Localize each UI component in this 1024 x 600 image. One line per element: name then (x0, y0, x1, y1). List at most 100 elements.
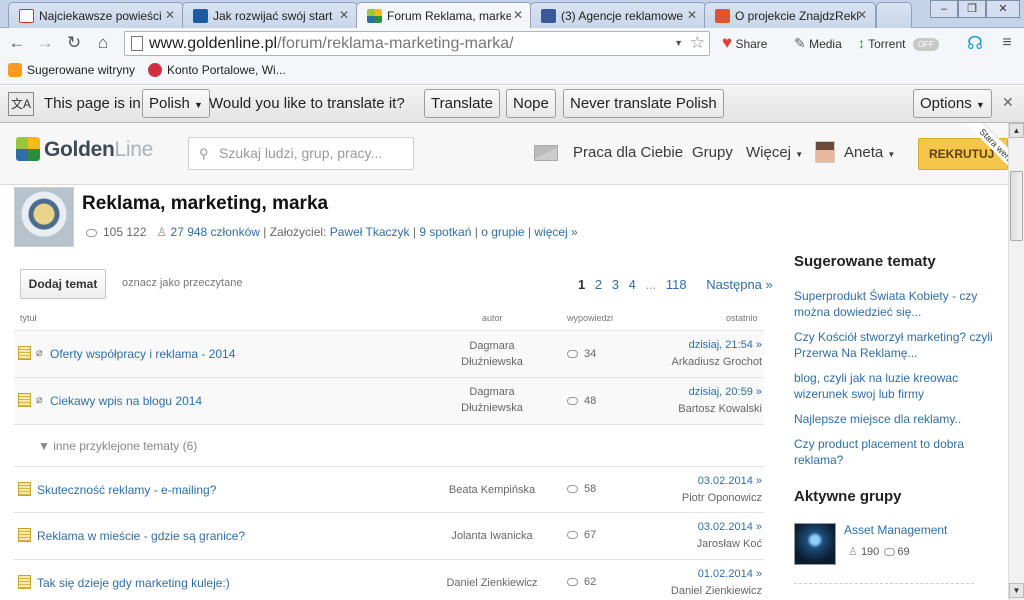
back-arrow-icon[interactable]: ← (6, 32, 28, 54)
next-page-link[interactable]: Następna » (706, 277, 773, 292)
bookmark-star-icon[interactable]: ☆ (690, 31, 705, 54)
user-menu[interactable]: Aneta ▼ (844, 144, 895, 161)
last-user[interactable]: Jarosław Koć (697, 538, 762, 550)
page-link[interactable]: 118 (666, 277, 687, 292)
suggested-topic-link[interactable]: Najlepsze miejsce dla reklamy.. (794, 411, 1000, 427)
topic-author[interactable]: Dagmara Dłużniewska (437, 338, 547, 370)
suggested-topic-link[interactable]: Czy product placement to dobra reklama? (794, 436, 1000, 468)
scrollbar-thumb[interactable] (1010, 171, 1023, 241)
minimize-button[interactable]: – (930, 0, 958, 18)
bookmark-portal-account[interactable]: Konto Portalowe, Wi... (148, 63, 286, 77)
language-select[interactable]: Polish ▼ (142, 89, 210, 118)
close-icon[interactable]: ✕ (1002, 94, 1014, 111)
nav-work[interactable]: Praca dla Ciebie (573, 144, 683, 161)
options-button[interactable]: Options ▼ (913, 89, 992, 118)
suggested-topic-link[interactable]: blog, czyli jak na luzie kreowac wizerun… (794, 370, 1000, 402)
members-link[interactable]: 27 948 członków (171, 225, 260, 239)
page-link[interactable]: 3 (612, 277, 619, 292)
group-views: 105 122 (103, 225, 147, 239)
headphones-icon[interactable]: ☊ (964, 32, 986, 54)
torrent-button[interactable]: ↕ Torrent OFF (858, 33, 939, 54)
torrent-toggle[interactable]: OFF (912, 38, 939, 51)
old-version-ribbon[interactable]: Stara wersja (950, 123, 1008, 181)
active-group-link[interactable]: Asset Management (844, 523, 947, 537)
maximize-button[interactable]: ❐ (958, 0, 986, 18)
topic-author[interactable]: Dagmara Dłużniewska (437, 384, 547, 416)
reload-icon[interactable]: ↻ (63, 32, 85, 54)
topic-author[interactable]: Jolanta Iwanicka (437, 528, 547, 544)
mark-read-link[interactable]: oznacz jako przeczytane (122, 277, 242, 289)
tab-3-active[interactable]: Forum Reklama, marke ✕ (356, 2, 532, 29)
tab-4[interactable]: (3) Agencje reklamowe ✕ (530, 2, 706, 28)
close-tab-icon[interactable]: ✕ (857, 8, 867, 22)
table-row[interactable]: Tak się dzieje gdy marketing kuleje:) Da… (14, 559, 764, 600)
last-date-link[interactable]: 01.02.2014 » (698, 568, 762, 580)
media-button[interactable]: ✎ Media (794, 33, 842, 54)
page-link[interactable]: 4 (629, 277, 636, 292)
document-icon (18, 482, 31, 496)
founder-link[interactable]: Paweł Tkaczyk (330, 225, 410, 239)
topic-title-link[interactable]: Reklama w mieście - gdzie są granice? (37, 529, 245, 543)
table-row[interactable]: ⌀ Oferty współpracy i reklama - 2014 Dag… (14, 330, 764, 377)
vertical-scrollbar[interactable]: ▲ ▼ (1008, 123, 1024, 600)
translate-button[interactable]: Translate (424, 89, 500, 118)
topic-title-link[interactable]: Oferty współpracy i reklama - 2014 (50, 347, 235, 361)
menu-icon[interactable]: ≡ (996, 32, 1018, 54)
nav-more[interactable]: Więcej ▼ (746, 144, 803, 161)
never-translate-button[interactable]: Never translate Polish (563, 89, 724, 118)
last-date-link[interactable]: 03.02.2014 » (698, 475, 762, 487)
home-icon[interactable]: ⌂ (92, 32, 114, 54)
topic-author[interactable]: Daniel Zienkiewicz (437, 575, 547, 591)
close-tab-icon[interactable]: ✕ (339, 8, 349, 22)
suggested-topic-link[interactable]: Czy Kościół stworzył marketing? czyli Pr… (794, 329, 1000, 361)
close-tab-icon[interactable]: ✕ (687, 8, 697, 22)
tab-2[interactable]: Jak rozwijać swój start ✕ (182, 2, 358, 28)
last-date-link[interactable]: 03.02.2014 » (698, 521, 762, 533)
nope-button[interactable]: Nope (506, 89, 556, 118)
scroll-up-arrow-icon[interactable]: ▲ (1009, 123, 1024, 138)
suggested-topic-link[interactable]: Superprodukt Świata Kobiety - czy można … (794, 288, 1000, 320)
close-tab-icon[interactable]: ✕ (513, 8, 523, 22)
group-logo[interactable] (14, 187, 74, 247)
table-row[interactable]: Skuteczność reklamy - e-mailing? Beata K… (14, 466, 764, 512)
messages-envelope-icon[interactable] (534, 145, 558, 161)
last-user[interactable]: Arkadiusz Grochot (672, 356, 762, 368)
scroll-down-arrow-icon[interactable]: ▼ (1009, 583, 1024, 598)
close-tab-icon[interactable]: ✕ (165, 8, 175, 22)
last-date-link[interactable]: dzisiaj, 20:59 » (689, 386, 762, 398)
close-window-button[interactable]: ✕ (986, 0, 1020, 18)
reply-count-value: 48 (584, 395, 597, 407)
logo-line: Line (114, 138, 154, 161)
comment-icon (567, 531, 578, 539)
topic-title-link[interactable]: Ciekawy wpis na blogu 2014 (50, 394, 202, 408)
tab-5[interactable]: O projekcie ZnajdzRekl ✕ (704, 2, 876, 28)
more-link[interactable]: więcej » (534, 225, 577, 239)
meetings-link[interactable]: 9 spotkań (419, 225, 471, 239)
members-icon: ♙ (848, 546, 858, 558)
new-tab-button[interactable] (876, 2, 912, 28)
last-date-link[interactable]: dzisiaj, 21:54 » (689, 339, 762, 351)
avatar[interactable] (815, 141, 835, 163)
topic-title-link[interactable]: Tak się dzieje gdy marketing kuleje:) (37, 576, 230, 590)
add-topic-button[interactable]: Dodaj temat (20, 269, 106, 299)
dropdown-arrow-icon[interactable]: ▼ (674, 32, 683, 55)
address-bar[interactable]: www.goldenline.pl/forum/reklama-marketin… (124, 31, 710, 56)
table-row[interactable]: Reklama w mieście - gdzie są granice? Jo… (14, 512, 764, 559)
search-input[interactable]: ⚲ Szukaj ludzi, grup, pracy... (188, 137, 414, 170)
share-button[interactable]: ♥ Share (722, 33, 767, 54)
forward-arrow-icon[interactable]: → (34, 32, 56, 54)
about-link[interactable]: o grupie (481, 225, 524, 239)
other-sticky-toggle[interactable]: ▼ inne przyklejone tematy (6) (38, 439, 197, 453)
last-user[interactable]: Piotr Oponowicz (682, 492, 762, 504)
topic-author[interactable]: Beata Kempińska (437, 482, 547, 498)
topic-title-link[interactable]: Skuteczność reklamy - e-mailing? (37, 483, 216, 497)
bookmark-suggested[interactable]: Sugerowane witryny (8, 63, 135, 77)
last-user[interactable]: Bartosz Kowalski (678, 403, 762, 415)
nav-groups[interactable]: Grupy (692, 144, 733, 161)
last-user[interactable]: Daniel Zienkiewicz (671, 585, 762, 597)
table-row[interactable]: ⌀ Ciekawy wpis na blogu 2014 Dagmara Dłu… (14, 377, 764, 424)
page-link[interactable]: 2 (595, 277, 602, 292)
active-group-image[interactable] (794, 523, 836, 565)
tab-1[interactable]: Najciekawsze powieści ✕ (8, 2, 184, 28)
goldenline-logo[interactable]: GoldenLine (16, 137, 153, 162)
